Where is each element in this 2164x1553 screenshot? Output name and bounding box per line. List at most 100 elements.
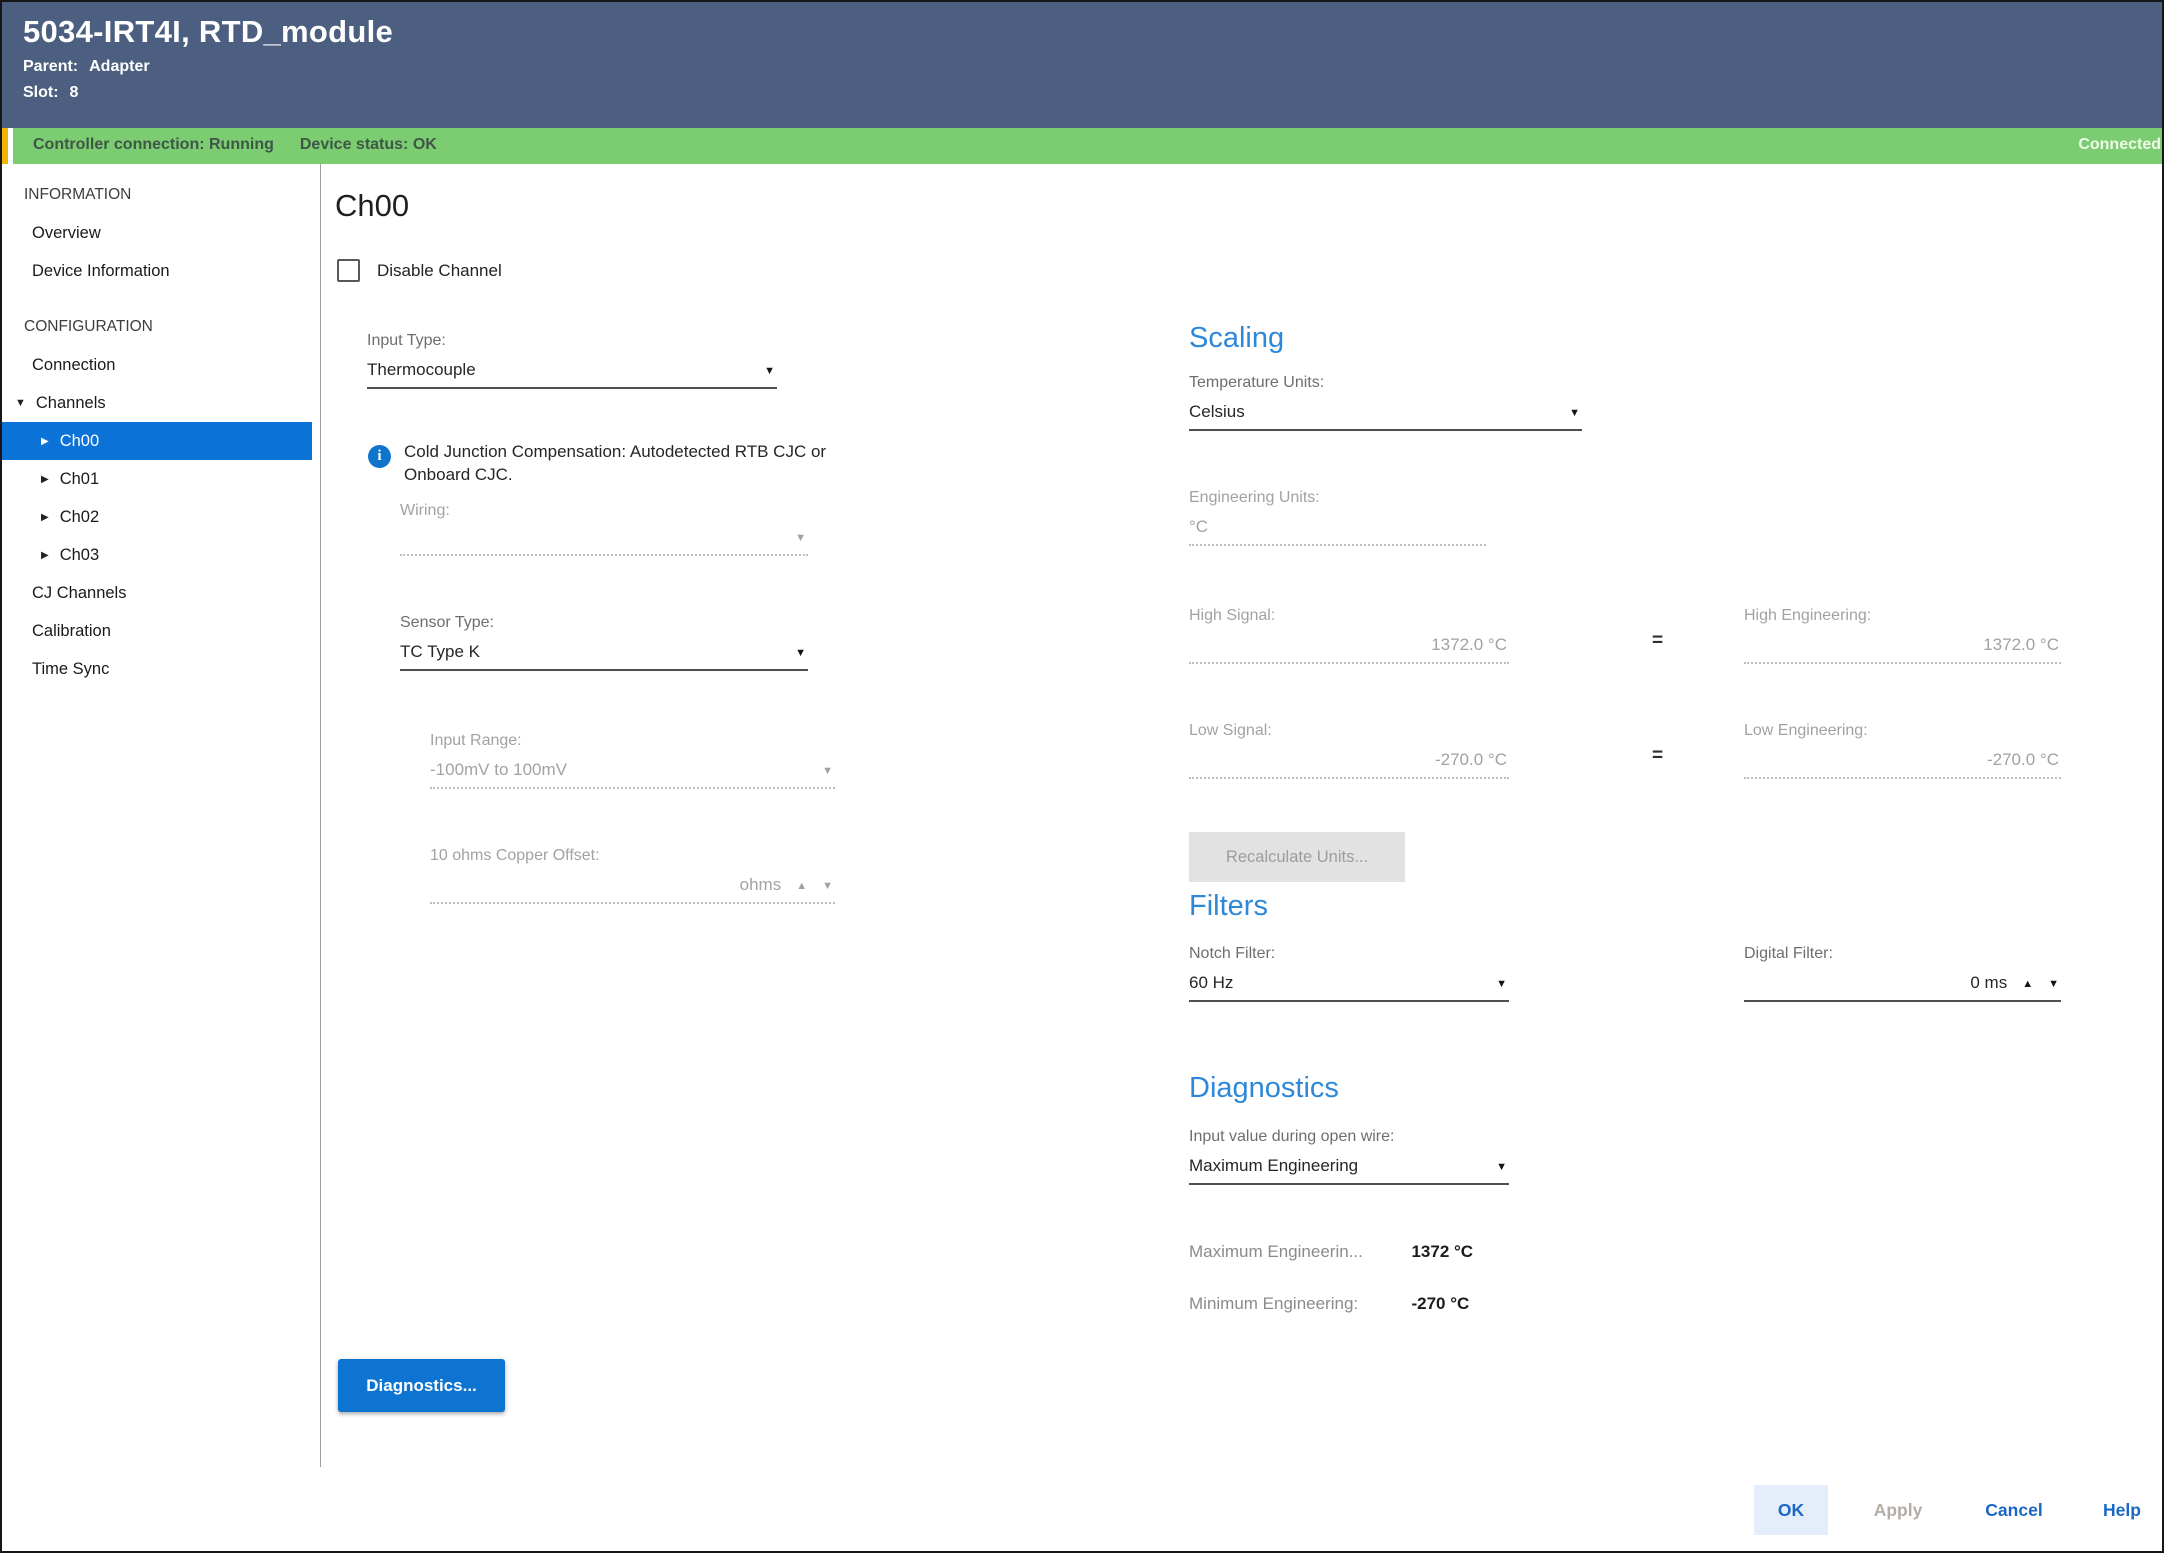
digital-filter-field: Digital Filter: 0 ms ▲ ▼	[1744, 945, 2061, 1002]
device-status: Device status: OK	[300, 136, 437, 153]
sidebar-item-ch02[interactable]: ▶ Ch02	[2, 498, 320, 536]
module-config-window: 5034-IRT4I, RTD_module Parent:Adapter Sl…	[0, 0, 2164, 1553]
parent-line: Parent: Adapter	[23, 58, 2162, 76]
tree-expanded-icon: ▼	[15, 397, 26, 409]
maximum-engineering-label: Maximum Engineerin...	[1189, 1242, 1407, 1262]
sidebar-item-cj-channels[interactable]: CJ Channels	[2, 574, 320, 612]
equals-sign: =	[1652, 630, 1663, 652]
sidebar-item-ch03[interactable]: ▶ Ch03	[2, 536, 320, 574]
low-signal-input: -270.0 °C	[1189, 750, 1509, 779]
sensor-type-field: Sensor Type: TC Type K ▼	[400, 614, 808, 671]
notch-filter-value: 60 Hz	[1189, 973, 1486, 993]
slot-label: Slot:	[23, 84, 59, 101]
apply-button: Apply	[1852, 1485, 1944, 1535]
open-wire-field: Input value during open wire: Maximum En…	[1189, 1128, 1509, 1185]
sidebar: INFORMATION Overview Device Information …	[2, 164, 321, 1467]
wiring-label: Wiring:	[400, 502, 808, 520]
parent-value: Adapter	[89, 58, 149, 75]
disable-channel-checkbox[interactable]	[337, 259, 360, 282]
status-stripe	[2, 128, 8, 164]
tree-collapsed-icon: ▶	[41, 512, 49, 523]
slot-value: 8	[70, 84, 79, 101]
sidebar-item-channels-label: Channels	[36, 394, 106, 413]
diagnostics-button[interactable]: Diagnostics...	[338, 1359, 505, 1412]
wiring-field: Wiring: ▼	[400, 502, 808, 556]
cancel-button[interactable]: Cancel	[1968, 1485, 2060, 1535]
engineering-units-input: °C	[1189, 517, 1486, 546]
sidebar-item-calibration[interactable]: Calibration	[2, 612, 320, 650]
high-engineering-label: High Engineering:	[1744, 607, 2061, 625]
digital-filter-value: 0 ms	[1744, 973, 2007, 993]
minimum-engineering-value: -270 °C	[1411, 1294, 1469, 1313]
sidebar-section-gap	[2, 290, 320, 308]
spinner-down-icon: ▼	[822, 878, 833, 895]
dropdown-arrow-icon: ▼	[1496, 976, 1507, 993]
sidebar-item-connection[interactable]: Connection	[2, 346, 320, 384]
status-text: Controller connection: Running Device sta…	[33, 136, 437, 154]
digital-filter-spinner[interactable]: 0 ms ▲ ▼	[1744, 973, 2061, 1002]
sidebar-header-information: INFORMATION	[2, 176, 320, 214]
sidebar-item-ch00-label: Ch00	[60, 432, 99, 451]
status-bar: Controller connection: Running Device sta…	[2, 128, 2162, 164]
notch-filter-dropdown[interactable]: 60 Hz ▼	[1189, 973, 1509, 1002]
copper-offset-field: 10 ohms Copper Offset: ohms ▲ ▼	[430, 847, 835, 904]
connection-state-badge: Connected	[2078, 136, 2161, 154]
low-engineering-label: Low Engineering:	[1744, 722, 2061, 740]
sidebar-item-ch02-label: Ch02	[60, 508, 99, 527]
page-title: Ch00	[335, 188, 409, 224]
sidebar-item-overview[interactable]: Overview	[2, 214, 320, 252]
high-engineering-value: 1372.0 °C	[1744, 635, 2059, 655]
recalculate-units-button: Recalculate Units...	[1189, 832, 1405, 882]
cjc-info-note: i Cold Junction Compensation: Autodetect…	[368, 440, 846, 487]
input-type-field: Input Type: Thermocouple ▼	[367, 332, 777, 389]
open-wire-label: Input value during open wire:	[1189, 1128, 1509, 1146]
controller-connection-status: Controller connection: Running	[33, 136, 274, 153]
sensor-type-dropdown[interactable]: TC Type K ▼	[400, 642, 808, 671]
low-signal-value: -270.0 °C	[1189, 750, 1507, 770]
input-type-label: Input Type:	[367, 332, 777, 350]
tree-collapsed-icon: ▶	[41, 474, 49, 485]
low-engineering-value: -270.0 °C	[1744, 750, 2059, 770]
maximum-engineering-value: 1372 °C	[1411, 1242, 1473, 1261]
low-signal-label: Low Signal:	[1189, 722, 1509, 740]
disable-channel-label: Disable Channel	[377, 261, 502, 281]
engineering-units-value: °C	[1189, 517, 1484, 537]
high-engineering-field: High Engineering: 1372.0 °C	[1744, 607, 2061, 664]
input-type-dropdown[interactable]: Thermocouple ▼	[367, 360, 777, 389]
dropdown-arrow-icon: ▼	[822, 763, 833, 780]
input-range-value: -100mV to 100mV	[430, 760, 812, 780]
temperature-units-dropdown[interactable]: Celsius ▼	[1189, 402, 1582, 431]
copper-offset-spinner: ohms ▲ ▼	[430, 875, 835, 904]
sidebar-item-time-sync[interactable]: Time Sync	[2, 650, 320, 688]
high-signal-value: 1372.0 °C	[1189, 635, 1507, 655]
filters-heading: Filters	[1189, 890, 1268, 923]
dropdown-arrow-icon: ▼	[795, 530, 806, 547]
dropdown-arrow-icon: ▼	[1496, 1159, 1507, 1176]
sidebar-item-ch03-label: Ch03	[60, 546, 99, 565]
equals-sign: =	[1652, 745, 1663, 767]
high-signal-field: High Signal: 1372.0 °C	[1189, 607, 1509, 664]
sidebar-item-channels[interactable]: ▼ Channels	[2, 384, 320, 422]
temperature-units-label: Temperature Units:	[1189, 374, 1582, 392]
dropdown-arrow-icon: ▼	[1569, 405, 1580, 422]
minimum-engineering-label: Minimum Engineering:	[1189, 1294, 1407, 1314]
open-wire-dropdown[interactable]: Maximum Engineering ▼	[1189, 1156, 1509, 1185]
input-range-label: Input Range:	[430, 732, 835, 750]
disable-channel-row: Disable Channel	[337, 259, 502, 282]
low-engineering-input: -270.0 °C	[1744, 750, 2061, 779]
ok-button[interactable]: OK	[1754, 1485, 1828, 1535]
scaling-heading: Scaling	[1189, 322, 1284, 355]
maximum-engineering-row: Maximum Engineerin... 1372 °C	[1189, 1242, 1473, 1262]
high-signal-label: High Signal:	[1189, 607, 1509, 625]
help-button[interactable]: Help	[2084, 1485, 2160, 1535]
sidebar-item-ch01[interactable]: ▶ Ch01	[2, 460, 320, 498]
dropdown-arrow-icon: ▼	[795, 645, 806, 662]
tree-collapsed-icon: ▶	[41, 436, 49, 447]
spinner-down-icon: ▼	[2048, 976, 2059, 993]
sidebar-item-device-information[interactable]: Device Information	[2, 252, 320, 290]
sidebar-item-ch00[interactable]: ▶ Ch00	[2, 422, 312, 460]
low-signal-field: Low Signal: -270.0 °C	[1189, 722, 1509, 779]
wiring-dropdown: ▼	[400, 530, 808, 556]
info-icon: i	[368, 445, 391, 468]
parent-label: Parent:	[23, 58, 78, 75]
